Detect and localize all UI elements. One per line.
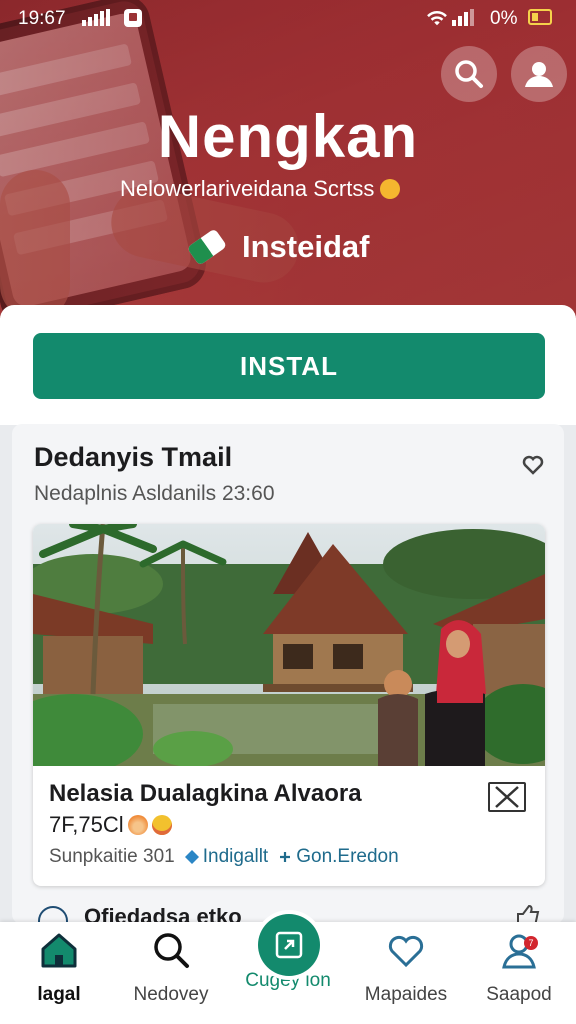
listing-price: 7F,75Cl [49,812,172,838]
emoji-face-icon [151,815,172,835]
plus-icon [280,852,291,862]
nav-label: Mapaides [364,984,448,1005]
wifi-icon [427,10,447,26]
brand: Insteidaf [182,222,369,272]
close-icon [495,786,519,808]
brand-logo-icon [188,230,226,264]
signal-icon [82,9,110,26]
tag-gon-eredon[interactable]: Gon.Eredon [278,846,399,868]
nav-item-favorites[interactable]: Mapaides [351,930,461,1006]
nav-item-home[interactable]: lagal [4,930,114,1006]
search-icon [455,60,483,88]
fire-icon [127,815,148,835]
home-icon [41,933,77,968]
cell-signal-icon [452,9,474,26]
nav-item-discover[interactable]: Nedovey [116,930,226,1006]
section-title: Dedanyis Tmail [34,442,233,472]
bottom-nav: lagal Nedovey Cugey ion Mapaides 7 Saapo… [0,914,576,1024]
tag-indigallt[interactable]: Indigallt [184,846,268,868]
teaser-title: Ofiedadsa etko [84,904,242,922]
listing-title: Nelasia Dualagkina Alvaora [49,780,362,807]
listing-meta: Sunpkaitie 301 Indigallt Gon.Eredon [49,846,399,868]
search-icon [154,933,189,968]
heart-icon [388,935,424,968]
like-icon[interactable] [512,904,542,922]
battery-percent: 0% [490,8,518,29]
battery-icon [528,9,552,25]
status-time: 19:67 [18,8,66,29]
nav-item-support[interactable]: 7 Saapod [464,930,574,1006]
emoji-icon [380,179,401,199]
nav-label: lagal [37,984,81,1005]
listing-photo [33,524,545,766]
play-icon [38,906,68,922]
page-title: Nengkan [157,103,419,170]
notification-icon [124,9,142,27]
hero-banner: 19:67 0% Nengkan Nelowerlariveidana Scrt… [0,0,576,318]
square-arrow-icon [275,931,303,959]
profile-button[interactable] [511,46,567,102]
search-button[interactable] [441,46,497,102]
listing-card[interactable]: Nelasia Dualagkina Alvaora 7F,75Cl Sunpk… [33,524,545,886]
center-action-button[interactable] [258,914,320,976]
section-meta: Nedaplnis Asldanils 23:60 [34,482,275,505]
notification-badge: 7 [524,936,538,950]
install-card: INSTAL [0,305,576,425]
status-bar: 19:67 0% [0,0,576,36]
brand-name: Insteidaf [242,229,370,264]
install-button[interactable]: INSTAL [33,333,545,399]
diamond-icon [184,850,199,864]
listing-section: Dedanyis Tmail Nedaplnis Asldanils 23:60 [12,424,564,924]
profile-icon [525,62,553,87]
close-button[interactable] [488,782,526,812]
nav-label: Nedovey [133,984,209,1005]
nav-item-center[interactable]: Cugey ion [233,914,343,992]
hero-subtitle: Nelowerlariveidana Scrtss [120,176,401,202]
nav-label: Saapod [486,984,552,1005]
heart-icon[interactable] [521,452,545,476]
